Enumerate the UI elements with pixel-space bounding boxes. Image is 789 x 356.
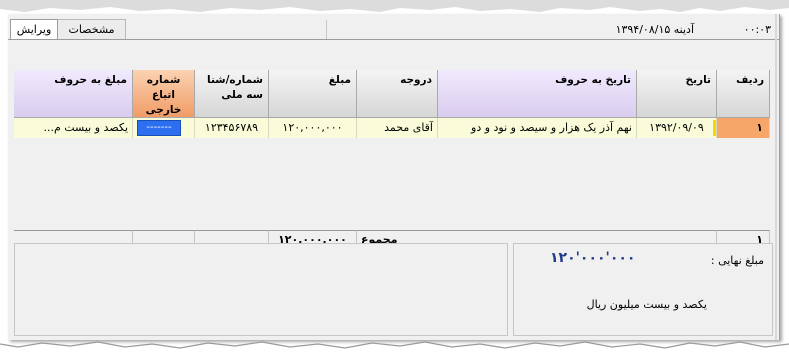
cell-date[interactable]: ۱۳۹۲/۰۹/۰۹ [637,118,717,138]
column-header-row-number[interactable]: ردیف [717,70,770,118]
column-header-amount[interactable]: مبلغ [269,70,357,118]
final-amount-value: ۱۲۰'۰۰۰'۰۰۰ [550,250,636,266]
receipt-window: ویرایش مشخصات ۰۰:۰۳ آدینه ۱۳۹۴/۰۸/۱۵ مبل… [8,14,780,340]
column-header-amount-words[interactable]: مبلغ به حروف [14,70,133,118]
status-time: ۰۰:۰۳ [743,23,771,36]
final-amount-panel: مبلغ نهایی : ۱۲۰'۰۰۰'۰۰۰ یکصد و بیست میل… [513,243,773,336]
grid-empty-area [14,138,770,230]
final-amount-words: یکصد و بیست میلیون ریال [586,298,707,311]
foreign-id-editor[interactable]: ------- [137,120,181,136]
cell-payee[interactable]: آقای محمد [357,118,438,138]
cell-row-number[interactable]: ۱ [717,118,770,138]
status-bar: ۰۰:۰۳ آدینه ۱۳۹۴/۰۸/۱۵ [326,20,779,40]
status-date: آدینه ۱۳۹۴/۰۸/۱۵ [615,23,694,36]
receipts-grid: مبلغ به حروف شماره اتباع خارجی شماره/شنا… [14,70,770,248]
cell-amount-words[interactable]: یکصد و بیست م... [14,118,133,138]
tab-specs[interactable]: مشخصات [58,19,126,39]
cell-national-id[interactable]: ۱۲۳۴۵۶۷۸۹ [195,118,269,138]
torn-edge-bottom [0,341,789,356]
row-cursor-marker [713,120,716,136]
cell-date-text: ۱۳۹۲/۰۹/۰۹ [649,121,704,134]
column-header-payee[interactable]: دروجه [357,70,438,118]
cell-amount[interactable]: ۱۲۰,۰۰۰,۰۰۰ [269,118,357,138]
window-edge [775,14,777,340]
column-header-date[interactable]: تاریخ [637,70,717,118]
notes-panel [14,243,508,336]
tab-divider [8,39,779,40]
column-header-foreign-id[interactable]: شماره اتباع خارجی [133,70,195,118]
column-header-date-words[interactable]: تاریخ به حروف [438,70,637,118]
final-amount-label: مبلغ نهایی : [710,254,764,267]
cell-foreign-id[interactable]: ------- [133,118,195,138]
tab-edit[interactable]: ویرایش [10,19,58,39]
column-header-national-id[interactable]: شماره/شنا سه ملی [195,70,269,118]
cell-date-words[interactable]: نهم آذر یک هزار و سیصد و نود و دو [438,118,637,138]
